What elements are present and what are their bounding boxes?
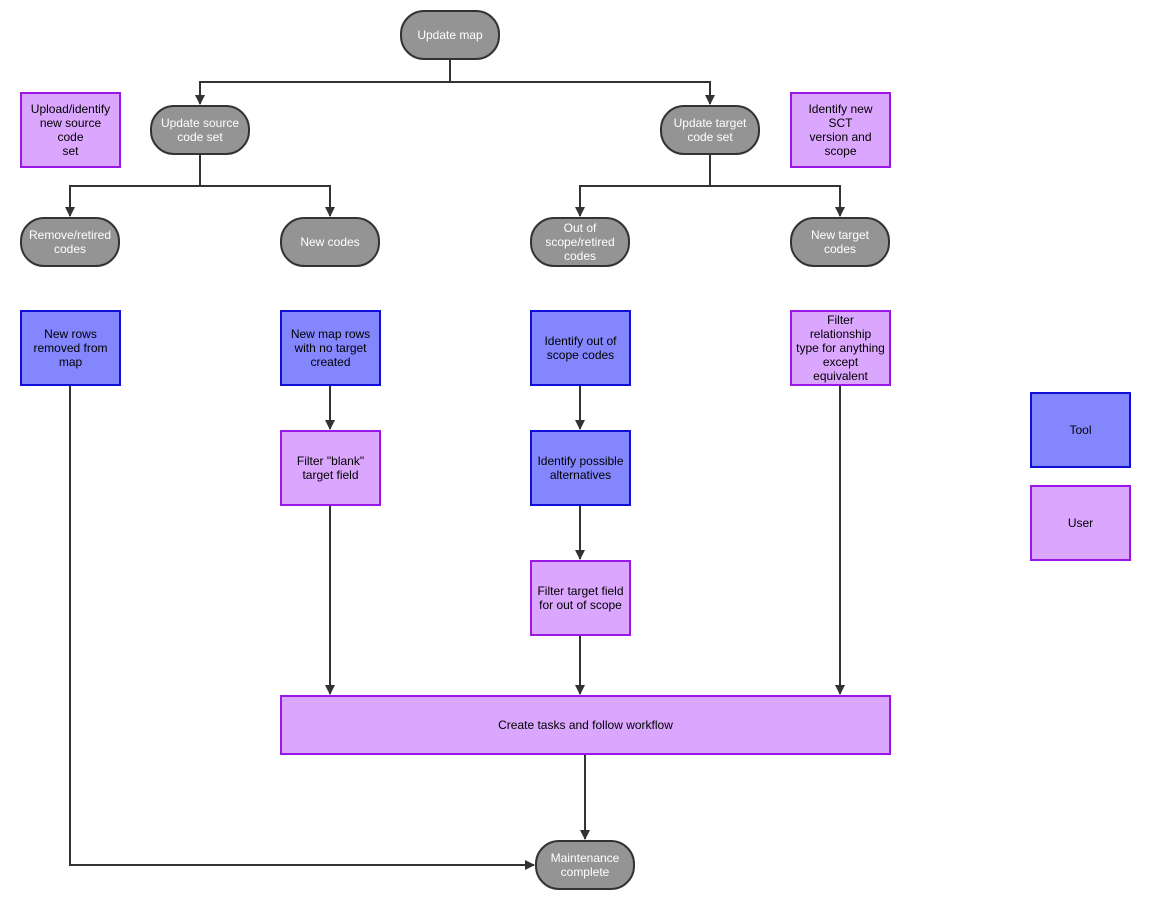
node-label: Filter target field for out of scope bbox=[537, 584, 624, 612]
node-identify-new-sct-version[interactable]: Identify new SCT version and scope bbox=[790, 92, 891, 168]
edge-to-update-source bbox=[195, 81, 450, 105]
node-upload-identify-source[interactable]: Upload/identify new source code set bbox=[20, 92, 121, 168]
node-new-map-rows[interactable]: New map rows with no target created bbox=[280, 310, 381, 386]
node-label: New codes bbox=[300, 235, 360, 249]
node-label: Identify possible alternatives bbox=[537, 454, 624, 482]
node-label: Remove/retired codes bbox=[28, 228, 112, 256]
node-update-map[interactable]: Update map bbox=[400, 10, 500, 60]
node-label: Out of scope/retired codes bbox=[545, 221, 615, 263]
legend-tool: Tool bbox=[1030, 392, 1131, 468]
legend-label: User bbox=[1067, 516, 1094, 530]
node-filter-target-field[interactable]: Filter target field for out of scope bbox=[530, 560, 631, 636]
node-new-codes[interactable]: New codes bbox=[280, 217, 380, 267]
node-label: New target codes bbox=[810, 228, 870, 256]
node-remove-retired-codes[interactable]: Remove/retired codes bbox=[20, 217, 120, 267]
node-update-target-code-set[interactable]: Update target code set bbox=[660, 105, 760, 155]
node-update-source-code-set[interactable]: Update source code set bbox=[150, 105, 250, 155]
legend-user: User bbox=[1030, 485, 1131, 561]
node-create-tasks[interactable]: Create tasks and follow workflow bbox=[280, 695, 891, 755]
node-new-rows-removed[interactable]: New rows removed from map bbox=[20, 310, 121, 386]
node-new-target-codes[interactable]: New target codes bbox=[790, 217, 890, 267]
node-label: Update source code set bbox=[160, 116, 240, 144]
node-label: Maintenance complete bbox=[550, 851, 620, 879]
edge-to-new-codes bbox=[200, 185, 335, 217]
node-label: Create tasks and follow workflow bbox=[498, 718, 673, 732]
node-maintenance-complete[interactable]: Maintenance complete bbox=[535, 840, 635, 890]
node-out-of-scope-retired-codes[interactable]: Out of scope/retired codes bbox=[530, 217, 630, 267]
node-label: New rows removed from map bbox=[33, 327, 108, 369]
node-label: Update map bbox=[417, 28, 483, 42]
edge-to-update-target bbox=[450, 81, 715, 105]
node-label: Upload/identify new source code set bbox=[30, 102, 111, 158]
edge-to-out-of-scope bbox=[575, 185, 710, 217]
edge-to-new-target-codes bbox=[710, 185, 845, 217]
node-filter-blank-target[interactable]: Filter "blank" target field bbox=[280, 430, 381, 506]
edge-to-remove-retired bbox=[65, 185, 200, 217]
node-label: New map rows with no target created bbox=[290, 327, 371, 369]
node-identify-alternatives[interactable]: Identify possible alternatives bbox=[530, 430, 631, 506]
node-label: Filter "blank" target field bbox=[296, 454, 365, 482]
node-filter-relationship-type[interactable]: Filter relationship type for anything ex… bbox=[790, 310, 891, 386]
node-label: Filter relationship type for anything ex… bbox=[796, 313, 885, 383]
node-label: Identify out of scope codes bbox=[544, 334, 617, 362]
legend-label: Tool bbox=[1069, 423, 1092, 437]
node-label: Identify new SCT version and scope bbox=[808, 102, 873, 158]
node-identify-out-of-scope[interactable]: Identify out of scope codes bbox=[530, 310, 631, 386]
node-label: Update target code set bbox=[673, 116, 747, 144]
